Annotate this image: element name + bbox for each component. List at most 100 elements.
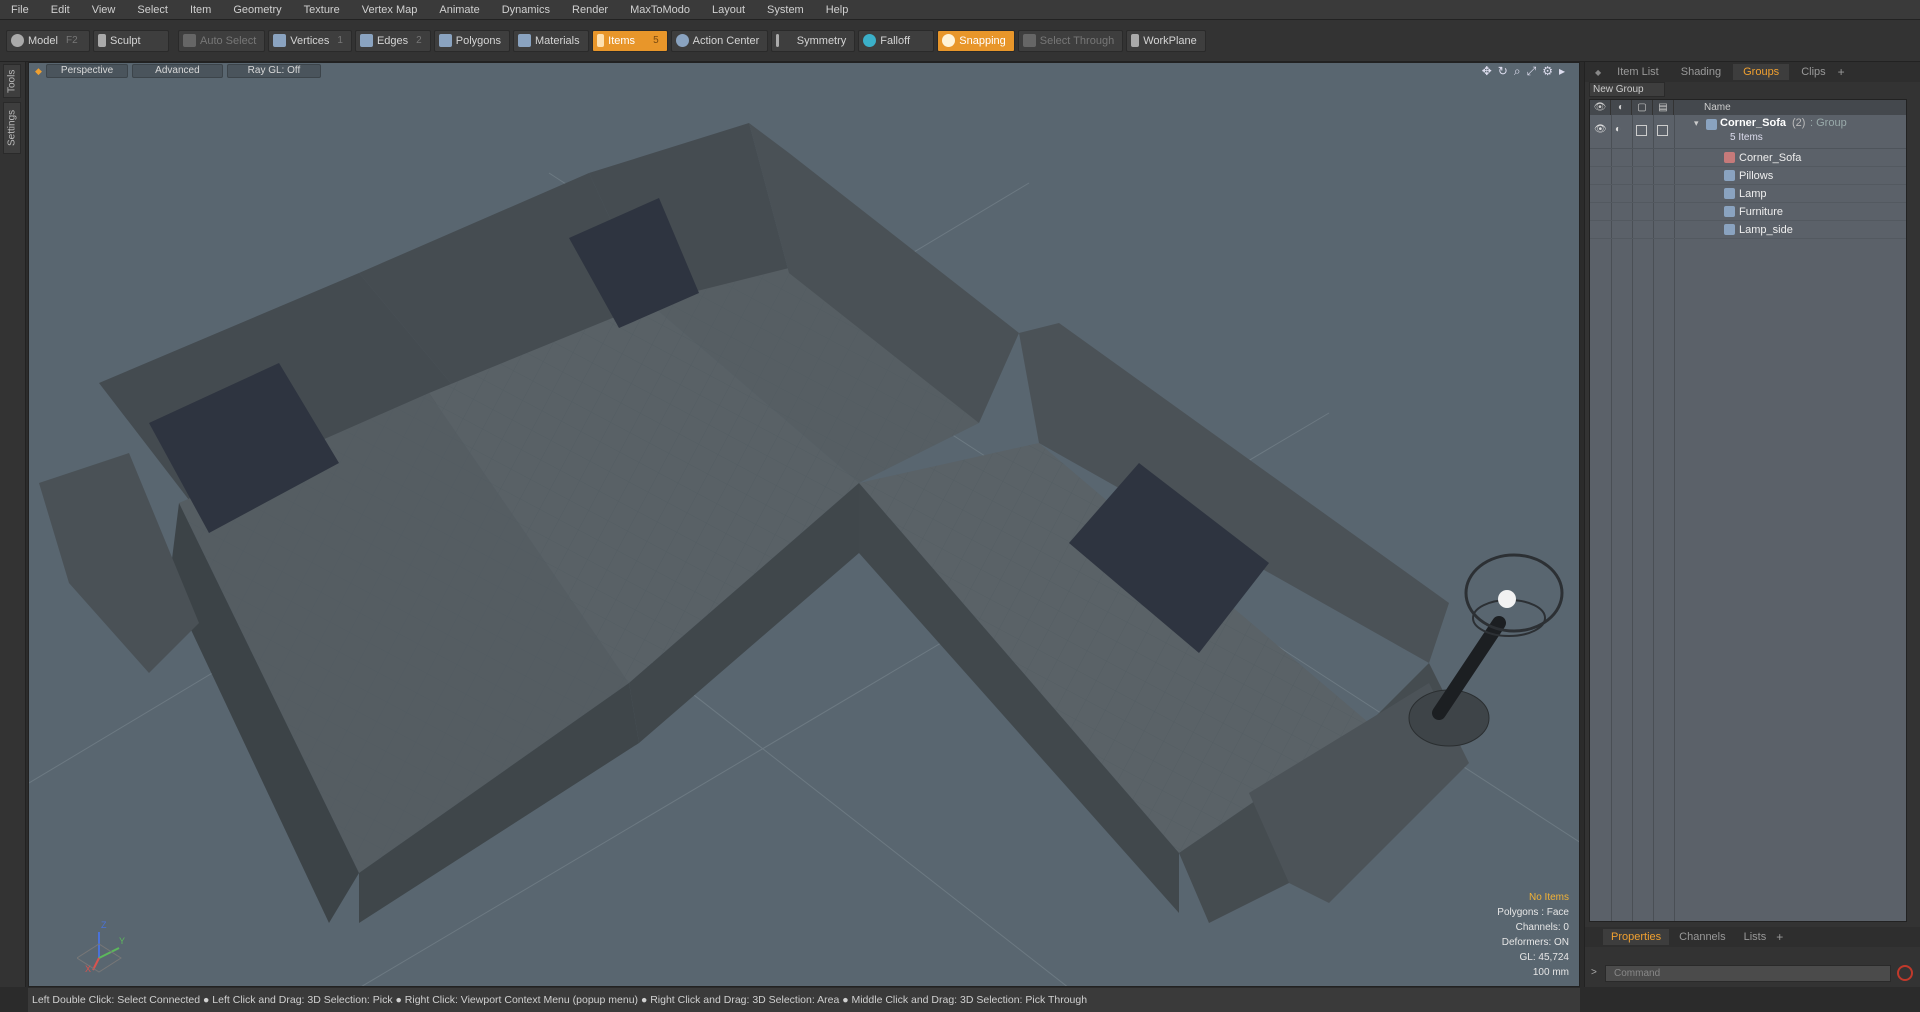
vertices-button[interactable]: Vertices 1 [268,29,352,52]
menu-render[interactable]: Render [561,0,619,20]
new-group-button[interactable]: New Group [1589,82,1665,97]
tab-lists[interactable]: Lists [1736,929,1775,945]
action-center-button[interactable]: Action Center [670,29,769,52]
command-history-icon[interactable] [1897,965,1913,981]
bottom-tabs: Properties Channels Lists + [1585,927,1920,947]
group-render-icon[interactable]: ◐ [1615,124,1621,135]
group-visibility-icon[interactable]: 👁 [1594,124,1607,135]
menu-texture[interactable]: Texture [293,0,351,20]
group-type: : Group [1810,117,1847,129]
sculpt-icon [98,34,106,47]
menu-maxtomodo[interactable]: MaxToModo [619,0,701,20]
group-icon [1706,119,1717,130]
perspective-button[interactable]: Perspective [45,64,129,78]
list-item[interactable]: Furniture [1590,203,1906,221]
panel-menu-icon[interactable]: ◆ [1595,68,1601,77]
polygons-button[interactable]: Polygons [433,29,510,52]
auto-select-icon [183,34,196,47]
materials-icon [518,34,531,47]
list-item[interactable]: Lamp_side [1590,221,1906,239]
add-tab-icon[interactable]: + [1838,65,1845,79]
tab-properties[interactable]: Properties [1603,929,1670,945]
status-text: Left Double Click: Select Connected ● Le… [32,994,1088,1006]
workplane-icon [1131,34,1140,47]
right-panel: ◆ Item List Shading Groups Clips + New G… [1584,62,1920,987]
menu-dynamics[interactable]: Dynamics [491,0,561,20]
pan-icon[interactable]: ✥ [1482,63,1492,79]
advanced-button[interactable]: Advanced [132,64,223,78]
raygl-button[interactable]: Ray GL: Off [226,64,322,78]
bottom-panel: Properties Channels Lists + > Command [1585,927,1920,987]
menu-edit[interactable]: Edit [40,0,81,20]
tab-item-list[interactable]: Item List [1607,64,1669,80]
render-col-icon[interactable]: ◐ [1611,100,1632,115]
zoom-icon[interactable]: ⌕ [1514,63,1521,79]
menu-help[interactable]: Help [815,0,860,20]
snapping-icon [942,34,956,47]
menu-layout[interactable]: Layout [701,0,756,20]
items-button[interactable]: Items 5 [591,29,668,52]
menu-view[interactable]: View [81,0,127,20]
group-item-icon [1724,170,1735,181]
gear-icon[interactable]: ⚙ [1542,63,1553,79]
edges-icon [359,34,373,47]
tab-shading[interactable]: Shading [1671,64,1731,80]
menu-bar: File Edit View Select Item Geometry Text… [0,0,1920,20]
falloff-icon [863,34,877,47]
tab-settings[interactable]: Settings [3,102,21,154]
menu-file[interactable]: File [0,0,40,20]
left-tabs: Tools Settings [0,62,26,987]
menu-system[interactable]: System [756,0,815,20]
edges-button[interactable]: Edges 2 [354,29,431,52]
add-tab-icon[interactable]: + [1776,930,1783,944]
viewport-nav-icons: ✥ ↻ ⌕ ⤢ ⚙ ▸ [1482,63,1565,79]
group-item-icon [1724,224,1735,235]
group-expand-icon[interactable]: ▾ [1694,118,1699,129]
hud-unit: 100 mm [1532,967,1569,978]
list-item[interactable]: Pillows [1590,167,1906,185]
menu-animate[interactable]: Animate [428,0,490,20]
tab-groups[interactable]: Groups [1733,64,1790,80]
symmetry-icon [776,34,779,47]
group-select-checkbox[interactable] [1657,125,1668,136]
list-item[interactable]: Lamp [1590,185,1906,203]
materials-button[interactable]: Materials [513,29,589,52]
tab-clips[interactable]: Clips [1791,64,1835,80]
select-through-icon [1022,34,1036,47]
workplane-button[interactable]: WorkPlane [1126,29,1206,52]
select-through-button[interactable]: Select Through [1017,29,1124,52]
tab-tools[interactable]: Tools [3,64,21,98]
visibility-col-icon[interactable]: 👁 [1590,100,1611,115]
group-name: Corner_Sofa [1720,117,1787,129]
select-col-icon[interactable]: ▤ [1653,100,1674,115]
menu-select[interactable]: Select [126,0,179,20]
hud-deformers: Deformers: ON [1501,937,1569,948]
lock-col-icon[interactable]: ▢ [1632,100,1653,115]
group-lock-checkbox[interactable] [1636,125,1647,136]
menu-item[interactable]: Item [179,0,222,20]
group-row[interactable]: 👁 ◐ ▾ Corner_Sofa (2) : Group 5 Items [1590,115,1906,149]
falloff-button[interactable]: Falloff [858,29,935,52]
symmetry-button[interactable]: Symmetry [771,29,856,52]
command-input[interactable]: Command [1605,965,1891,982]
menu-geometry[interactable]: Geometry [222,0,292,20]
tab-channels[interactable]: Channels [1671,929,1733,945]
arrow-right-icon[interactable]: ▸ [1559,63,1565,79]
viewport-hud: No Items Polygons : Face Channels: 0 Def… [1497,890,1569,980]
snapping-button[interactable]: Snapping [937,29,1015,52]
groups-tree: 👁 ◐ ▢ ▤ Name 👁 ◐ ▾ Corner_Sofa (2) : Gro… [1589,99,1907,922]
vertices-icon [273,34,287,47]
maximize-icon[interactable]: ⤢ [1527,63,1537,79]
hud-polygons: Polygons : Face [1497,907,1569,918]
sculpt-button[interactable]: Sculpt [93,29,169,52]
viewport-menu-icon[interactable]: ◆ [35,66,42,77]
3d-viewport[interactable]: ◆ Perspective Advanced Ray GL: Off ✥ ↻ ⌕… [28,62,1580,987]
tree-header: 👁 ◐ ▢ ▤ Name [1590,100,1906,115]
menu-vertex-map[interactable]: Vertex Map [351,0,429,20]
viewport-header: ◆ Perspective Advanced Ray GL: Off [29,63,1579,79]
auto-select-button[interactable]: Auto Select [178,29,266,52]
rotate-icon[interactable]: ↻ [1498,63,1508,79]
name-column-header: Name [1704,102,1731,113]
model-button[interactable]: Model F2 [6,29,90,52]
list-item[interactable]: Corner_Sofa [1590,149,1906,167]
